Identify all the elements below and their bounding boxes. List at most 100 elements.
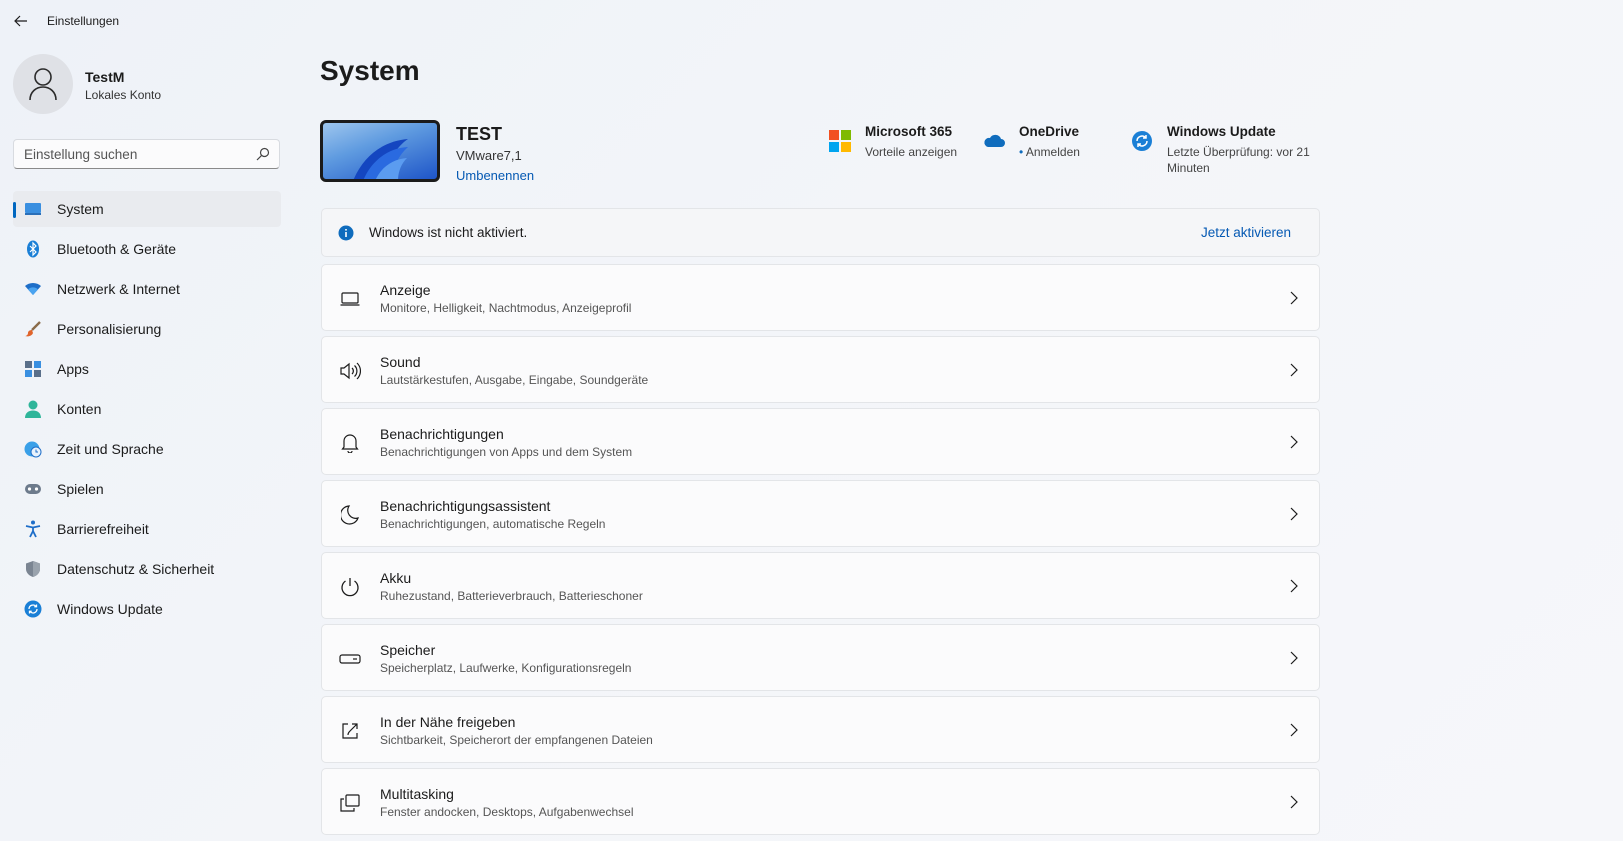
info-icon <box>338 225 354 241</box>
settings-card-multitasking[interactable]: Multitasking Fenster andocken, Desktops,… <box>321 768 1320 835</box>
rename-link[interactable]: Umbenennen <box>456 168 534 183</box>
back-arrow-icon <box>14 15 27 27</box>
sidebar-item-bluetooth[interactable]: Bluetooth & Geräte <box>13 231 281 267</box>
card-title: Sound <box>380 354 421 370</box>
share-icon <box>339 720 361 742</box>
accessibility-icon <box>24 520 42 538</box>
activation-message: Windows ist nicht aktiviert. <box>369 225 528 240</box>
device-wallpaper-thumbnail <box>320 120 440 182</box>
search-input[interactable] <box>24 145 244 163</box>
avatar[interactable] <box>13 54 73 114</box>
sidebar-item-label: Zeit und Sprache <box>57 441 164 457</box>
quick-link-title: OneDrive <box>1019 124 1080 139</box>
settings-card-display[interactable]: Anzeige Monitore, Helligkeit, Nachtmodus… <box>321 264 1320 331</box>
sidebar-nav: System Bluetooth & Geräte Netzwerk & Int… <box>13 191 281 631</box>
sidebar-item-label: Bluetooth & Geräte <box>57 241 177 257</box>
card-subtitle: Speicherplatz, Laufwerke, Konfigurations… <box>380 661 632 675</box>
card-title: Speicher <box>380 642 436 658</box>
wifi-icon <box>24 280 42 298</box>
settings-list: Anzeige Monitore, Helligkeit, Nachtmodus… <box>321 264 1320 840</box>
back-button[interactable] <box>8 8 34 34</box>
app-title: Einstellungen <box>47 14 120 28</box>
quick-link-subtitle: Letzte Überprüfung: vor 21 Minuten <box>1167 144 1310 176</box>
search-box[interactable] <box>13 139 280 169</box>
apps-icon <box>24 360 42 378</box>
chevron-right-icon <box>1290 507 1298 521</box>
settings-card-nearby-sharing[interactable]: In der Nähe freigeben Sichtbarkeit, Spei… <box>321 696 1320 763</box>
power-icon <box>339 576 361 598</box>
microsoft-logo-icon <box>829 130 851 152</box>
card-subtitle: Sichtbarkeit, Speicherort der empfangene… <box>380 733 653 747</box>
sidebar-item-accessibility[interactable]: Barrierefreiheit <box>13 511 281 547</box>
card-title: Anzeige <box>380 282 431 298</box>
sidebar-item-label: Spielen <box>57 481 104 497</box>
settings-card-focus-assist[interactable]: Benachrichtigungsassistent Benachrichtig… <box>321 480 1320 547</box>
bluetooth-icon <box>24 240 42 258</box>
onedrive-cloud-icon <box>984 134 1005 147</box>
bell-icon <box>339 432 361 454</box>
quick-link-subtitle: Vorteile anzeigen <box>865 145 958 159</box>
sidebar-item-system[interactable]: System <box>13 191 281 227</box>
sidebar-item-label: System <box>57 201 104 217</box>
card-title: In der Nähe freigeben <box>380 714 516 730</box>
card-subtitle: Ruhezustand, Batterieverbrauch, Batterie… <box>380 589 643 603</box>
status-dot-icon: • <box>1019 145 1024 159</box>
sidebar-item-label: Personalisierung <box>57 321 162 337</box>
settings-card-battery[interactable]: Akku Ruhezustand, Batterieverbrauch, Bat… <box>321 552 1320 619</box>
storage-drive-icon <box>339 648 361 670</box>
sidebar-item-windows-update[interactable]: Windows Update <box>13 591 281 627</box>
update-icon <box>24 600 42 618</box>
activate-now-link[interactable]: Jetzt aktivieren <box>1201 225 1291 240</box>
sidebar-item-personalization[interactable]: Personalisierung <box>13 311 281 347</box>
chevron-right-icon <box>1290 435 1298 449</box>
sidebar-item-gaming[interactable]: Spielen <box>13 471 281 507</box>
search-icon[interactable] <box>256 147 270 161</box>
shield-icon <box>24 560 42 578</box>
quick-link-title: Microsoft 365 <box>865 124 953 139</box>
sidebar-item-network[interactable]: Netzwerk & Internet <box>13 271 281 307</box>
device-name: TEST <box>456 124 503 144</box>
card-title: Multitasking <box>380 786 454 802</box>
card-subtitle: Lautstärkestufen, Ausgabe, Eingabe, Soun… <box>380 373 649 387</box>
moon-icon <box>339 504 361 526</box>
account-type: Lokales Konto <box>85 88 162 102</box>
chevron-right-icon <box>1290 363 1298 377</box>
settings-card-notifications[interactable]: Benachrichtigungen Benachrichtigungen vo… <box>321 408 1320 475</box>
gamepad-icon <box>24 480 42 498</box>
sidebar-item-label: Barrierefreiheit <box>57 521 149 537</box>
quick-link-subtitle: • Anmelden <box>1019 144 1080 160</box>
chevron-right-icon <box>1290 651 1298 665</box>
person-icon <box>29 68 57 101</box>
onedrive-status: Anmelden <box>1025 145 1080 159</box>
sidebar-item-label: Apps <box>57 361 89 377</box>
sidebar-item-label: Datenschutz & Sicherheit <box>57 561 215 577</box>
sidebar-item-time-language[interactable]: Zeit und Sprache <box>13 431 281 467</box>
sidebar-item-apps[interactable]: Apps <box>13 351 281 387</box>
card-subtitle: Monitore, Helligkeit, Nachtmodus, Anzeig… <box>380 301 632 315</box>
sidebar-item-privacy-security[interactable]: Datenschutz & Sicherheit <box>13 551 281 587</box>
chevron-right-icon <box>1290 795 1298 809</box>
system-icon <box>24 200 42 218</box>
multitasking-icon <box>339 792 361 814</box>
chevron-right-icon <box>1290 291 1298 305</box>
update-status-line2: Minuten <box>1167 161 1210 175</box>
brush-icon <box>24 320 42 338</box>
display-icon <box>339 288 361 310</box>
user-name: TestM <box>85 69 125 85</box>
card-title: Akku <box>380 570 412 586</box>
card-title: Benachrichtigungsassistent <box>380 498 551 514</box>
globe-clock-icon <box>24 440 42 458</box>
sidebar-item-accounts[interactable]: Konten <box>13 391 281 427</box>
update-status-line1: Letzte Überprüfung: vor 21 <box>1167 145 1310 159</box>
windows-bloom-image <box>353 139 408 179</box>
settings-card-sound[interactable]: Sound Lautstärkestufen, Ausgabe, Eingabe… <box>321 336 1320 403</box>
card-title: Benachrichtigungen <box>380 426 504 442</box>
device-model: VMware7,1 <box>456 148 522 163</box>
chevron-right-icon <box>1290 723 1298 737</box>
title-bar: Einstellungen <box>0 0 1623 42</box>
activation-banner: Windows ist nicht aktiviert. Jetzt aktiv… <box>321 208 1320 257</box>
card-subtitle: Benachrichtigungen von Apps und dem Syst… <box>380 445 633 459</box>
settings-card-storage[interactable]: Speicher Speicherplatz, Laufwerke, Konfi… <box>321 624 1320 691</box>
card-subtitle: Fenster andocken, Desktops, Aufgabenwech… <box>380 805 634 819</box>
update-icon <box>1132 131 1152 151</box>
